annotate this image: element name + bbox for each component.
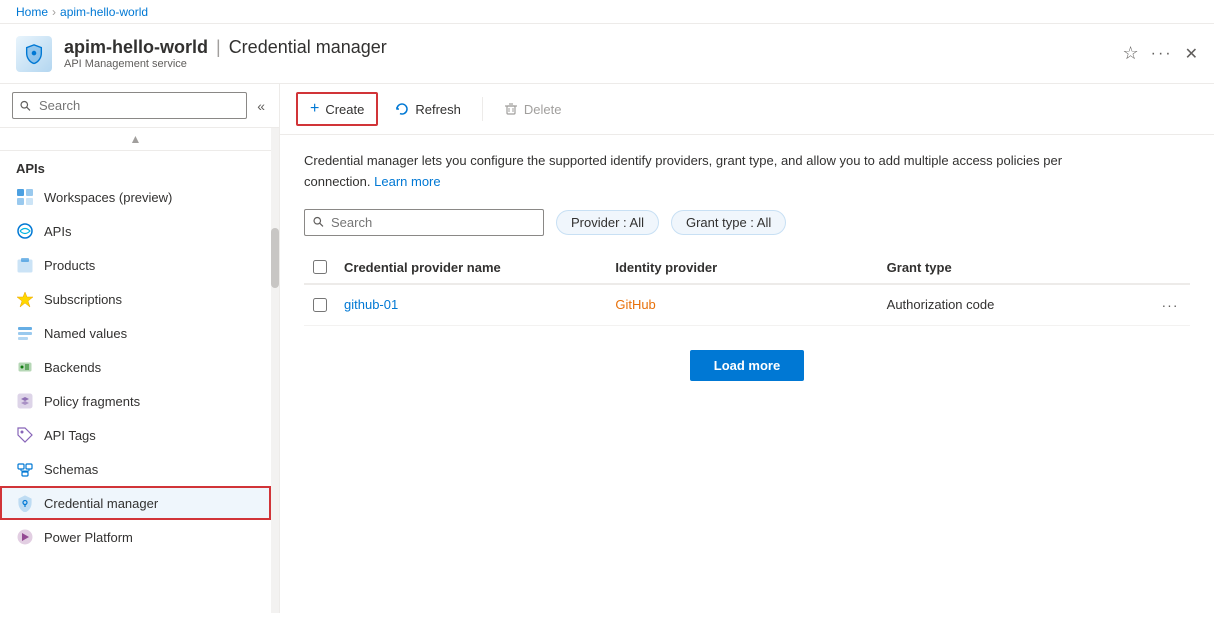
service-title-area: apim-hello-world | Credential manager AP…	[64, 37, 387, 70]
sidebar-item-subscriptions[interactable]: Subscriptions	[0, 282, 271, 316]
service-name: Credential manager	[229, 37, 387, 58]
favorite-button[interactable]: ☆	[1122, 43, 1138, 64]
more-options-button[interactable]: ···	[1151, 45, 1173, 63]
named-values-icon	[16, 324, 34, 342]
create-label: Create	[325, 102, 364, 117]
filters-row: Provider : All Grant type : All	[304, 209, 1190, 236]
resource-name: apim-hello-world	[64, 37, 208, 58]
sidebar-item-apis[interactable]: APIs	[0, 214, 271, 248]
subscriptions-icon	[16, 290, 34, 308]
main-content: + Create Refresh Delete	[280, 84, 1214, 613]
description-text: Credential manager lets you configure th…	[304, 151, 1124, 193]
create-plus-icon: +	[310, 100, 319, 118]
sidebar-search-area: «	[0, 84, 279, 128]
policy-fragments-icon	[16, 392, 34, 410]
sidebar-item-subscriptions-label: Subscriptions	[44, 292, 122, 307]
sidebar-item-power-platform[interactable]: Power Platform	[0, 520, 271, 554]
create-button[interactable]: + Create	[296, 92, 378, 126]
main-layout: « ▲ APIs Workspaces (preview)	[0, 84, 1214, 613]
learn-more-link[interactable]: Learn more	[374, 174, 440, 189]
products-icon	[16, 256, 34, 274]
sidebar-item-policy-fragments[interactable]: Policy fragments	[0, 384, 271, 418]
sidebar-item-apis-label: APIs	[44, 224, 71, 239]
sidebar-item-workspaces-label: Workspaces (preview)	[44, 190, 172, 205]
close-button[interactable]: ✕	[1185, 44, 1198, 64]
sidebar-item-api-tags-label: API Tags	[44, 428, 96, 443]
table-header-checkbox-cell	[304, 260, 336, 274]
table-row-actions-cell: ···	[1150, 295, 1190, 315]
backends-icon	[16, 358, 34, 376]
sidebar-item-backends[interactable]: Backends	[0, 350, 271, 384]
workspaces-icon	[16, 188, 34, 206]
toolbar-divider	[482, 97, 483, 121]
apis-icon	[16, 222, 34, 240]
sidebar-item-schemas-label: Schemas	[44, 462, 98, 477]
sidebar-collapse-button[interactable]: «	[251, 94, 271, 118]
grant-type-filter-pill[interactable]: Grant type : All	[671, 210, 786, 235]
breadcrumb-home[interactable]: Home	[16, 5, 48, 19]
sidebar-scrollbar[interactable]	[271, 128, 279, 613]
refresh-label: Refresh	[415, 102, 461, 117]
sidebar-item-policy-fragments-label: Policy fragments	[44, 394, 140, 409]
table-cell-grant-type: Authorization code	[879, 297, 1150, 312]
refresh-button[interactable]: Refresh	[382, 95, 474, 124]
delete-label: Delete	[524, 102, 562, 117]
load-more-area: Load more	[304, 350, 1190, 381]
credential-provider-link[interactable]: github-01	[344, 297, 398, 312]
sidebar: « ▲ APIs Workspaces (preview)	[0, 84, 280, 613]
top-bar-actions: ☆ ··· ✕	[1122, 43, 1198, 64]
sidebar-item-power-platform-label: Power Platform	[44, 530, 133, 545]
sidebar-item-named-values-label: Named values	[44, 326, 127, 341]
row-more-options-button[interactable]: ···	[1156, 295, 1185, 315]
table-row-checkbox-cell	[304, 298, 336, 312]
sidebar-search-input[interactable]	[12, 92, 247, 119]
sidebar-item-products-label: Products	[44, 258, 95, 273]
table-column-name: Credential provider name	[336, 260, 607, 275]
load-more-button[interactable]: Load more	[690, 350, 804, 381]
table-row-checkbox[interactable]	[313, 298, 327, 312]
sidebar-item-named-values[interactable]: Named values	[0, 316, 271, 350]
breadcrumb: Home › apim-hello-world	[0, 0, 1214, 24]
sidebar-nav: ▲ APIs Workspaces (preview) APIs	[0, 128, 271, 613]
refresh-icon	[395, 102, 409, 116]
sidebar-scrollbar-thumb[interactable]	[271, 228, 279, 288]
sidebar-item-products[interactable]: Products	[0, 248, 271, 282]
sidebar-section-header: APIs	[0, 151, 271, 180]
sidebar-item-schemas[interactable]: Schemas	[0, 452, 271, 486]
content-area: Credential manager lets you configure th…	[280, 135, 1214, 613]
scroll-up-area: ▲	[0, 128, 271, 151]
delete-button[interactable]: Delete	[491, 95, 575, 124]
table-column-grant-type: Grant type	[879, 260, 1150, 275]
breadcrumb-current[interactable]: apim-hello-world	[60, 5, 148, 19]
sidebar-search-icon	[19, 99, 32, 112]
sidebar-item-credential-manager[interactable]: Credential manager	[0, 486, 271, 520]
breadcrumb-separator: ›	[52, 5, 56, 19]
service-subtitle: API Management service	[64, 58, 387, 70]
table-column-identity: Identity provider	[607, 260, 878, 275]
sidebar-item-credential-manager-label: Credential manager	[44, 496, 158, 511]
filter-search-icon	[312, 216, 325, 229]
provider-filter-pill[interactable]: Provider : All	[556, 210, 659, 235]
toolbar: + Create Refresh Delete	[280, 84, 1214, 135]
table-cell-identity: GitHub	[607, 297, 878, 312]
title-separator: |	[216, 37, 221, 58]
sidebar-item-workspaces[interactable]: Workspaces (preview)	[0, 180, 271, 214]
service-logo	[16, 36, 52, 72]
schemas-icon	[16, 460, 34, 478]
api-tags-icon	[16, 426, 34, 444]
credential-table: Credential provider name Identity provid…	[304, 252, 1190, 326]
table-row: github-01 GitHub Authorization code ···	[304, 285, 1190, 326]
credential-manager-icon	[16, 494, 34, 512]
shield-icon	[23, 43, 45, 65]
delete-icon	[504, 102, 518, 116]
table-cell-name: github-01	[336, 297, 607, 312]
top-bar: apim-hello-world | Credential manager AP…	[0, 24, 1214, 84]
sidebar-item-backends-label: Backends	[44, 360, 101, 375]
sidebar-item-api-tags[interactable]: API Tags	[0, 418, 271, 452]
content-search-input[interactable]	[304, 209, 544, 236]
power-platform-icon	[16, 528, 34, 546]
table-select-all-checkbox[interactable]	[313, 260, 327, 274]
table-header-row: Credential provider name Identity provid…	[304, 252, 1190, 285]
